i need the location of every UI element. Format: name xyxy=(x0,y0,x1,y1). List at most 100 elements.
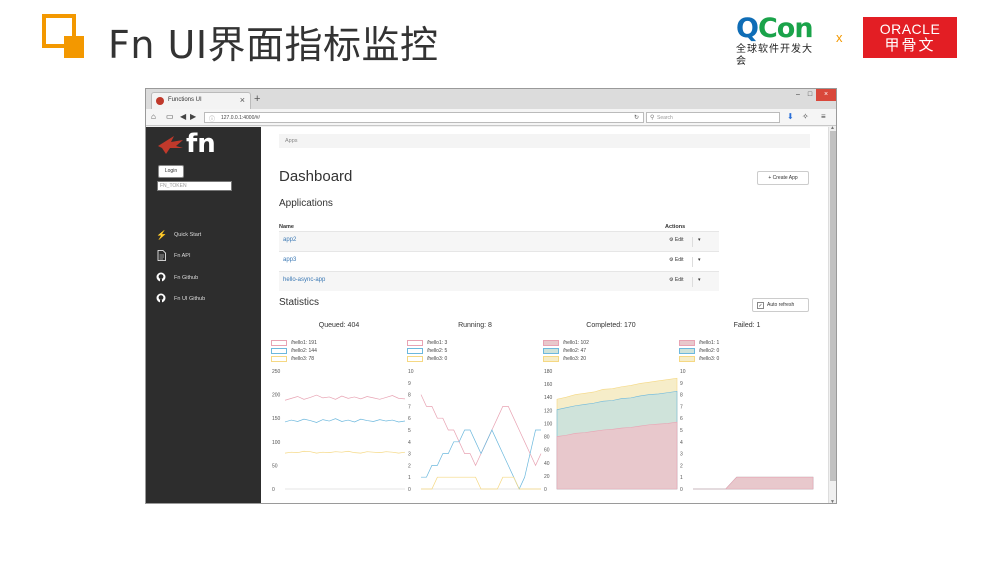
github-icon xyxy=(156,272,166,284)
sidebar-item-fn-api[interactable]: Fn API xyxy=(156,250,256,264)
legend-item[interactable]: /hello2: 0 xyxy=(679,347,719,355)
legend-label: /hello2: 47 xyxy=(563,348,587,354)
y-tick-label: 100 xyxy=(544,421,553,427)
legend-swatch xyxy=(407,356,423,362)
legend-item[interactable]: /hello3: 0 xyxy=(407,355,447,363)
sidebar-item-fn-github[interactable]: Fn Github xyxy=(156,272,256,286)
legend-item[interactable]: /hello3: 20 xyxy=(543,355,589,363)
sidebar-item-fn-ui-github[interactable]: Fn UI Github xyxy=(156,293,256,307)
legend-label: /hello1: 191 xyxy=(291,340,317,346)
chart-title: Queued: 404 xyxy=(318,322,360,329)
browser-tab[interactable]: Functions UI × xyxy=(151,92,251,109)
table-row: hello-async-app ⚙ Edit ▾ xyxy=(279,271,719,291)
legend-label: /hello2: 144 xyxy=(291,348,317,354)
edit-dropdown-icon[interactable]: ▾ xyxy=(698,237,701,243)
home-icon[interactable]: ⌂ xyxy=(151,112,156,121)
legend-item[interactable]: /hello1: 191 xyxy=(271,339,317,347)
sidebar-item-label: Fn UI Github xyxy=(174,296,206,302)
oracle-logo: ORACLE 甲骨文 xyxy=(863,17,957,58)
minimize-button[interactable]: – xyxy=(792,89,804,101)
column-header-name: Name xyxy=(279,224,294,230)
legend-item[interactable]: /hello2: 144 xyxy=(271,347,317,355)
sidebar-item-quick-start[interactable]: ⚡ Quick Start xyxy=(156,229,256,243)
y-tick-label: 2 xyxy=(680,463,683,469)
fn-wing-icon xyxy=(158,136,183,154)
login-button[interactable]: Login xyxy=(158,165,184,178)
chart-completed: Completed: 170/hello1: 102/hello2: 47/he… xyxy=(543,322,679,497)
legend-item[interactable]: /hello2: 5 xyxy=(407,347,447,355)
chart-queued: Queued: 404/hello1: 191/hello2: 144/hell… xyxy=(271,322,407,497)
close-tab-icon[interactable]: × xyxy=(240,95,245,105)
sidebar-toggle-icon[interactable]: ▭ xyxy=(166,112,174,121)
applications-heading: Applications xyxy=(279,198,333,209)
y-tick-label: 10 xyxy=(680,369,686,375)
legend-swatch xyxy=(543,356,559,362)
chart-failed: Failed: 1/hello1: 1/hello2: 0/hello3: 0 0… xyxy=(679,322,815,497)
app-link[interactable]: hello-async-app xyxy=(283,277,325,283)
browser-window: Functions UI × + – □ × ⌂ ▭ ◀ ▶ ⓘ 127.0.0… xyxy=(145,88,837,504)
series-line xyxy=(284,450,406,454)
legend-item[interactable]: /hello2: 47 xyxy=(543,347,589,355)
app-link[interactable]: app3 xyxy=(283,257,296,263)
token-input[interactable]: FN_TOKEN xyxy=(157,181,232,191)
chart-legend: /hello1: 191/hello2: 144/hello3: 78 xyxy=(271,339,317,363)
favicon-icon xyxy=(156,97,164,105)
sidebar-item-label: Fn API xyxy=(174,253,191,259)
legend-swatch xyxy=(407,340,423,346)
edit-button[interactable]: ⚙ Edit xyxy=(669,237,693,247)
logo-square-fill xyxy=(64,36,84,58)
auto-refresh-toggle[interactable]: ✓ Auto refresh xyxy=(752,298,809,312)
chart-plot: 0 20 40 60 80 100 120 140 160 180 xyxy=(544,369,678,493)
edit-dropdown-icon[interactable]: ▾ xyxy=(698,277,701,283)
logo-separator: x xyxy=(836,30,843,45)
qcon-logo-rest: Con xyxy=(757,13,814,44)
download-icon[interactable]: ⬇ xyxy=(787,112,794,121)
scroll-down-icon[interactable]: ▼ xyxy=(830,499,835,503)
legend-swatch xyxy=(271,348,287,354)
y-tick-label: 50 xyxy=(272,463,278,469)
series-line xyxy=(284,418,406,423)
search-input[interactable]: ⚲ Search xyxy=(646,112,780,123)
edit-dropdown-icon[interactable]: ▾ xyxy=(698,257,701,263)
close-window-button[interactable]: × xyxy=(816,89,836,101)
chart-title: Failed: 1 xyxy=(733,322,761,329)
chart-running: Running: 8/hello1: 3/hello2: 5/hello3: 0… xyxy=(407,322,543,497)
app-link[interactable]: app2 xyxy=(283,237,296,243)
legend-swatch xyxy=(543,348,559,354)
legend-item[interactable]: /hello1: 3 xyxy=(407,339,447,347)
fn-logo-text: fn xyxy=(186,129,216,159)
page-title: Dashboard xyxy=(279,168,353,185)
column-header-actions: Actions xyxy=(665,224,686,230)
back-icon[interactable]: ◀ xyxy=(180,112,186,121)
table-row: app2 ⚙ Edit ▾ xyxy=(279,231,719,251)
url-bar[interactable]: ⓘ 127.0.0.1:4000/#/ ↻ xyxy=(204,112,644,123)
legend-swatch xyxy=(679,348,695,354)
legend-item[interactable]: /hello3: 78 xyxy=(271,355,317,363)
legend-item[interactable]: /hello1: 1 xyxy=(679,339,719,347)
forward-icon[interactable]: ▶ xyxy=(190,112,196,121)
edit-button[interactable]: ⚙ Edit xyxy=(669,277,693,287)
y-tick-label: 8 xyxy=(408,393,411,399)
y-tick-label: 250 xyxy=(272,369,281,375)
menu-icon[interactable]: ≡ xyxy=(821,112,826,121)
search-placeholder: Search xyxy=(657,115,673,121)
legend-label: /hello3: 78 xyxy=(291,356,315,362)
legend-label: /hello3: 20 xyxy=(563,356,587,362)
legend-item[interactable]: /hello3: 0 xyxy=(679,355,719,363)
edit-button[interactable]: ⚙ Edit xyxy=(669,257,693,267)
maximize-button[interactable]: □ xyxy=(804,89,816,101)
reload-icon[interactable]: ↻ xyxy=(634,114,639,121)
breadcrumb-apps[interactable]: Apps xyxy=(285,138,298,144)
create-app-button[interactable]: + Create App xyxy=(757,171,809,185)
new-tab-button[interactable]: + xyxy=(254,93,260,105)
legend-swatch xyxy=(271,356,287,362)
auto-refresh-checkbox[interactable]: ✓ xyxy=(757,302,764,309)
bookmark-icon[interactable]: ✧ xyxy=(802,112,809,121)
chart-plot: 0 1 2 3 4 5 6 7 8 9 10 xyxy=(408,369,542,493)
tab-bar: Functions UI × + – □ × xyxy=(146,89,836,109)
scrollbar-thumb[interactable] xyxy=(830,131,836,481)
chart-title: Running: 8 xyxy=(458,322,492,329)
y-tick-label: 200 xyxy=(272,393,281,399)
legend-item[interactable]: /hello1: 102 xyxy=(543,339,589,347)
scrollbar[interactable]: ▲ ▼ xyxy=(828,125,836,503)
